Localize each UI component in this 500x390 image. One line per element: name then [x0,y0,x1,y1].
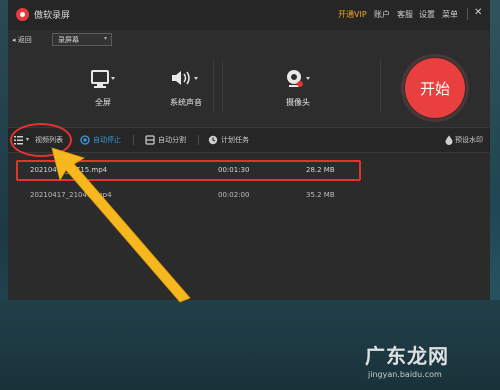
split-icon [145,135,155,145]
control-divider [222,60,223,112]
table-row[interactable]: 20210417_21049 .mp4 00:02:00 35.2 MB [8,185,490,207]
water-drop-icon [445,135,453,145]
file-name: 20210417_21049 .mp4 [30,191,112,199]
vip-link[interactable]: 开通VIP [338,9,367,20]
title-bar: 傲软录屏 开通VIP 账户 客服 设置 菜单 ✕ [8,0,490,30]
mode-select[interactable]: 录屏幕 ▾ [52,33,112,46]
system-sound-label: 系统声音 [170,98,202,107]
app-window: 傲软录屏 开通VIP 账户 客服 设置 菜单 ✕ ◂ 返回 录屏幕 ▾ 全屏 系… [8,0,490,300]
file-size: 35.2 MB [306,191,335,199]
main-menu[interactable]: 菜单 [442,9,458,20]
toolbar-separator [198,135,199,145]
system-sound-control[interactable]: 系统声音 [146,66,226,116]
account-menu[interactable]: 账户 [374,9,390,20]
back-button[interactable]: ◂ 返回 [12,35,32,45]
annotation-circle [10,123,72,157]
file-list: 20210417_2 715.mp4 00:01:30 28.2 MB 2021… [8,153,490,300]
webcam-control[interactable]: 摄像头 [258,66,338,116]
chevron-down-icon: ▾ [103,35,107,42]
settings-menu[interactable]: 设置 [419,9,435,20]
auto-stop-icon [80,135,90,145]
schedule-button[interactable]: 计划任务 [221,135,249,145]
app-title: 傲软录屏 [34,11,71,21]
file-duration: 00:02:00 [218,191,250,199]
toolbar: ▾ 视频列表 自动停止 自动分割 计划任务 预设水印 [8,127,490,153]
clock-icon [208,135,218,145]
auto-stop-button[interactable]: 自动停止 [93,135,121,145]
webcam-icon [287,70,310,87]
start-record-button[interactable]: 开始 [405,58,465,118]
app-logo-icon [16,8,29,21]
mode-select-label: 录屏幕 [58,36,79,44]
preset-watermark-button[interactable]: 预设水印 [455,135,483,145]
speaker-icon [172,71,198,85]
toolbar-separator [133,135,134,145]
control-divider [380,60,381,112]
webcam-label: 摄像头 [286,98,310,107]
monitor-icon [91,70,115,88]
site-watermark-url: jingyan.baidu.com [368,370,442,379]
auto-split-button[interactable]: 自动分割 [158,135,186,145]
close-icon[interactable]: ✕ [474,7,482,18]
site-watermark: 广东龙网 [365,344,449,368]
service-menu[interactable]: 客服 [397,9,413,20]
title-separator [467,8,468,20]
fullscreen-label: 全屏 [95,98,111,107]
annotation-highlight-box [16,160,361,181]
fullscreen-control[interactable]: 全屏 [63,66,143,116]
nav-row: ◂ 返回 录屏幕 ▾ [8,30,490,52]
